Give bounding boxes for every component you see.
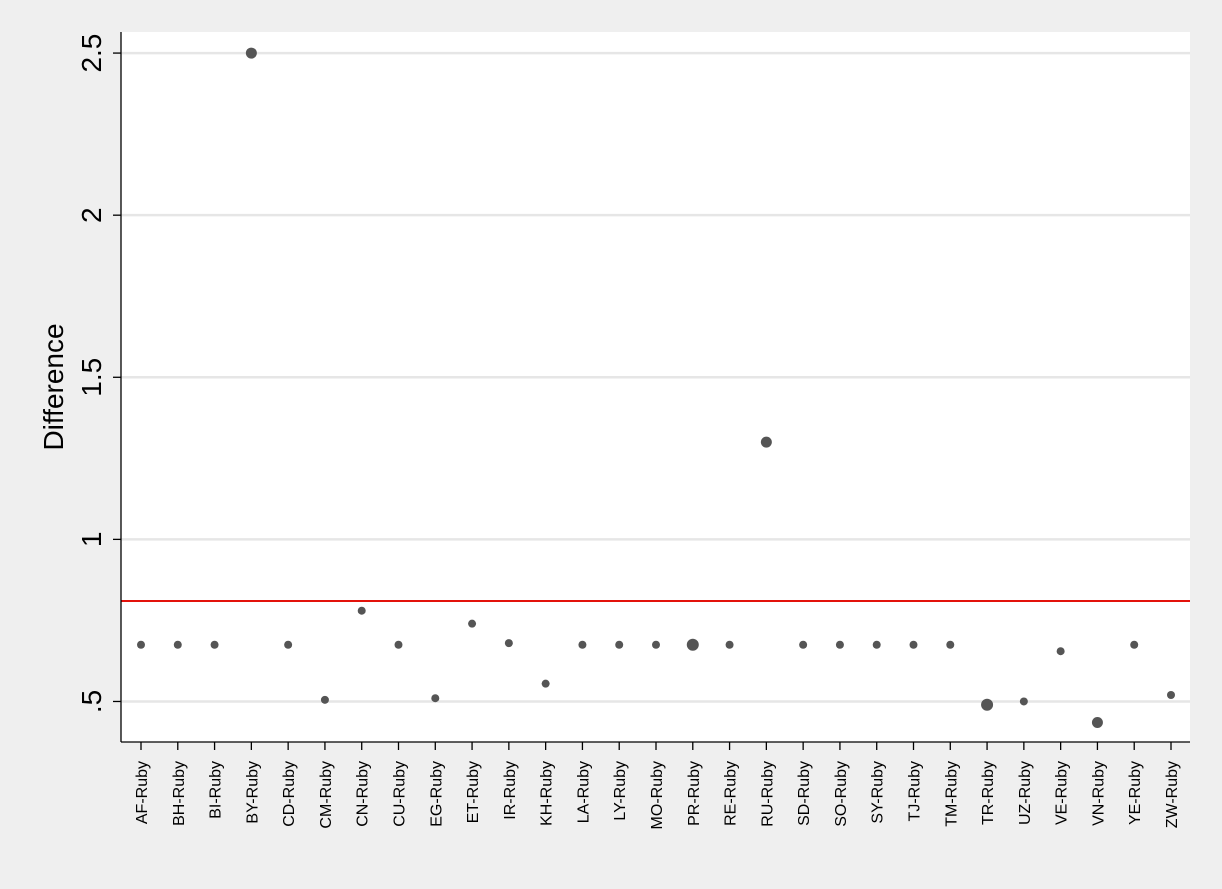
data-point	[284, 640, 293, 649]
data-point	[504, 639, 513, 648]
x-axis: AF-Ruby BH-Ruby BI-Ruby BY-Ruby CD-Ruby CM-Ru…	[121, 741, 1190, 829]
data-point	[320, 695, 329, 704]
data-point	[835, 640, 844, 649]
data-point	[909, 640, 918, 649]
data-point	[541, 679, 550, 688]
x-tick-label: EG-Ruby	[428, 761, 445, 827]
x-tick-label: SD-Ruby	[796, 761, 813, 826]
x-tick-label: LY-Ruby	[612, 761, 629, 821]
data-point	[1019, 697, 1028, 706]
x-tick-label: ZW-Ruby	[1164, 761, 1181, 828]
x-tick-label: RE-Ruby	[723, 761, 740, 826]
data-point	[245, 47, 257, 59]
data-point	[1091, 717, 1103, 729]
x-tick-label: UZ-Ruby	[1017, 761, 1034, 825]
data-point	[615, 640, 624, 649]
x-tick-label: RU-Ruby	[759, 761, 776, 827]
data-point	[686, 638, 699, 651]
data-point	[981, 698, 994, 711]
x-tick-label: IR-Ruby	[502, 761, 519, 820]
plot-region	[121, 32, 1190, 742]
x-tick-label: AF-Ruby	[134, 761, 151, 824]
y-tick-label: 2	[76, 207, 107, 223]
data-point	[210, 640, 219, 649]
y-tick-label: 2.5	[76, 34, 107, 73]
data-point	[1056, 647, 1065, 656]
x-tick-label: VN-Ruby	[1090, 761, 1107, 826]
data-point	[137, 640, 145, 649]
x-tick-label: CM-Ruby	[318, 761, 335, 829]
data-point	[578, 640, 587, 649]
x-tick-label: CN-Ruby	[355, 761, 372, 827]
x-tick-label: TR-Ruby	[980, 761, 997, 825]
x-tick-label: BH-Ruby	[171, 761, 188, 826]
x-tick-label: SO-Ruby	[833, 761, 850, 827]
x-tick-label: TJ-Ruby	[907, 761, 924, 821]
data-point	[394, 640, 403, 649]
x-tick-label: TM-Ruby	[943, 761, 960, 827]
data-point	[357, 606, 366, 615]
x-tick-label: CD-Ruby	[281, 761, 298, 827]
data-point	[946, 640, 955, 649]
y-tick-label: .5	[76, 690, 107, 713]
data-point	[431, 694, 440, 703]
data-point	[799, 640, 808, 649]
data-point	[725, 640, 734, 649]
y-tick-label: 1.5	[76, 358, 107, 397]
data-point	[872, 640, 881, 649]
data-point	[652, 640, 660, 649]
x-tick-label: MO-Ruby	[649, 761, 666, 829]
y-tick-label: 1	[76, 532, 107, 548]
x-tick-label: SY-Ruby	[870, 761, 887, 824]
data-point	[1130, 640, 1139, 649]
x-tick-label: YE-Ruby	[1127, 761, 1144, 825]
x-tick-label: LA-Ruby	[575, 761, 592, 823]
data-point	[173, 640, 182, 649]
y-axis-label: Difference	[38, 323, 69, 450]
x-tick-label: BI-Ruby	[208, 761, 225, 819]
data-point	[760, 436, 772, 448]
x-tick-label: BY-Ruby	[244, 761, 261, 824]
x-tick-label: VE-Ruby	[1054, 761, 1071, 825]
data-point	[468, 619, 477, 628]
x-tick-label: ET-Ruby	[465, 761, 482, 823]
scatter-chart: .5 1 1.5 2 2.5 AF-Ruby BH-Ruby BI-Ruby BY-Ruby C…	[38, 32, 1190, 829]
y-axis: .5 1 1.5 2 2.5	[76, 32, 122, 742]
data-point	[1167, 690, 1175, 699]
x-tick-label: PR-Ruby	[686, 761, 703, 826]
x-tick-label: KH-Ruby	[539, 761, 556, 826]
x-tick-label: CU-Ruby	[392, 761, 409, 827]
